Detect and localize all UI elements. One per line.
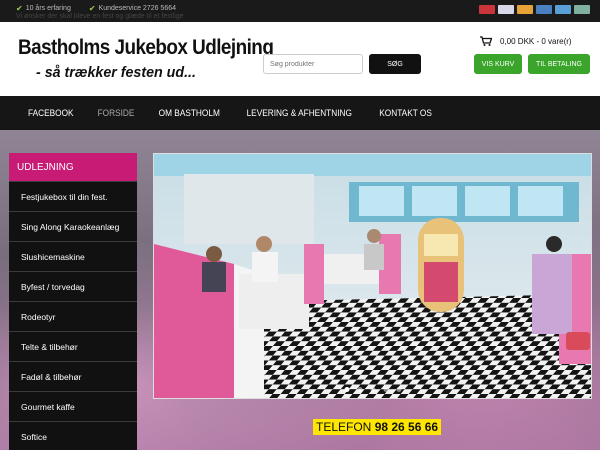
mastercard-icon [517,5,533,14]
nav-item-forside[interactable]: FORSIDE [88,96,143,130]
payment-icons [479,5,590,14]
top-info-bar: ✔ 10 års erfaring ✔ Kundeservice 2726 56… [0,0,600,22]
phone-banner: TELEFON 98 26 56 66 [313,419,442,435]
phone-number[interactable]: 98 26 56 66 [375,420,438,434]
sidebar-item-fadol[interactable]: Fadøl & tilbehør [9,361,137,391]
maestro-icon [536,5,552,14]
info-experience-label: 10 års erfaring [25,5,71,12]
nav-item-kontakt[interactable]: KONTAKT OS [370,96,441,130]
sidebar-item-rodeotyr[interactable]: Rodeotyr [9,301,137,331]
info-customer-service-label: Kundeservice 2726 5664 [98,5,176,12]
view-cart-button[interactable]: VIS KURV [474,54,522,74]
slider-dots [344,387,401,392]
slider-dot[interactable] [344,387,349,392]
check-icon: ✔ [88,4,96,13]
site-header: Bastholms Jukebox Udlejning - så trækker… [0,22,600,96]
slider-dot[interactable] [370,387,375,392]
slider-dot[interactable] [396,387,401,392]
checkout-button[interactable]: TIL BETALING [528,54,590,74]
visa-icon [498,5,514,14]
sidebar-item-slushice[interactable]: Slushicemaskine [9,241,137,271]
cart-icon [480,36,492,46]
info-experience: ✔ 10 års erfaring [16,4,71,13]
slider-dot[interactable] [383,387,388,392]
jcb-icon [574,5,590,14]
nav-item-levering[interactable]: LEVERING & AFHENTNING [237,96,361,130]
search-button[interactable]: SØG [369,54,421,74]
cart-summary[interactable]: 0,00 DKK - 0 vare(r) [480,36,572,46]
sidebar-heading: UDLEJNING [9,153,137,181]
sidebar-item-byfest[interactable]: Byfest / torvedag [9,271,137,301]
search-input[interactable] [263,54,363,74]
main-nav: FACEBOOK FORSIDE OM BASTHOLM LEVERING & … [0,96,600,130]
nav-item-om-bastholm[interactable]: OM BASTHOLM [149,96,229,130]
sidebar-item-karaoke[interactable]: Sing Along Karaokeanlæg [9,211,137,241]
sidebar-item-telte[interactable]: Telte & tilbehør [9,331,137,361]
logo-subtitle: - så trækker festen ud... [36,64,196,81]
diner-photo [154,154,591,398]
hero-slider[interactable] [153,153,592,399]
sidebar-item-gourmet-kaffe[interactable]: Gourmet kaffe [9,391,137,421]
logo-title[interactable]: Bastholms Jukebox Udlejning [18,36,274,60]
phone-label: TELEFON [316,420,372,434]
sidebar-item-festjukebox[interactable]: Festjukebox til din fest. [9,181,137,211]
dankort-icon [479,5,495,14]
check-icon: ✔ [16,4,23,13]
mobilepay-icon [555,5,571,14]
category-sidebar: UDLEJNING Festjukebox til din fest. Sing… [9,153,137,450]
nav-item-facebook[interactable]: FACEBOOK [19,96,83,130]
info-customer-service: ✔ Kundeservice 2726 5664 [89,4,176,13]
slider-dot[interactable] [357,387,362,392]
faded-tagline: Vi ønsker der skal bleve en fest og glæd… [16,13,184,20]
cart-summary-text: 0,00 DKK - 0 vare(r) [500,36,572,46]
sidebar-item-softice[interactable]: Softice [9,421,137,450]
